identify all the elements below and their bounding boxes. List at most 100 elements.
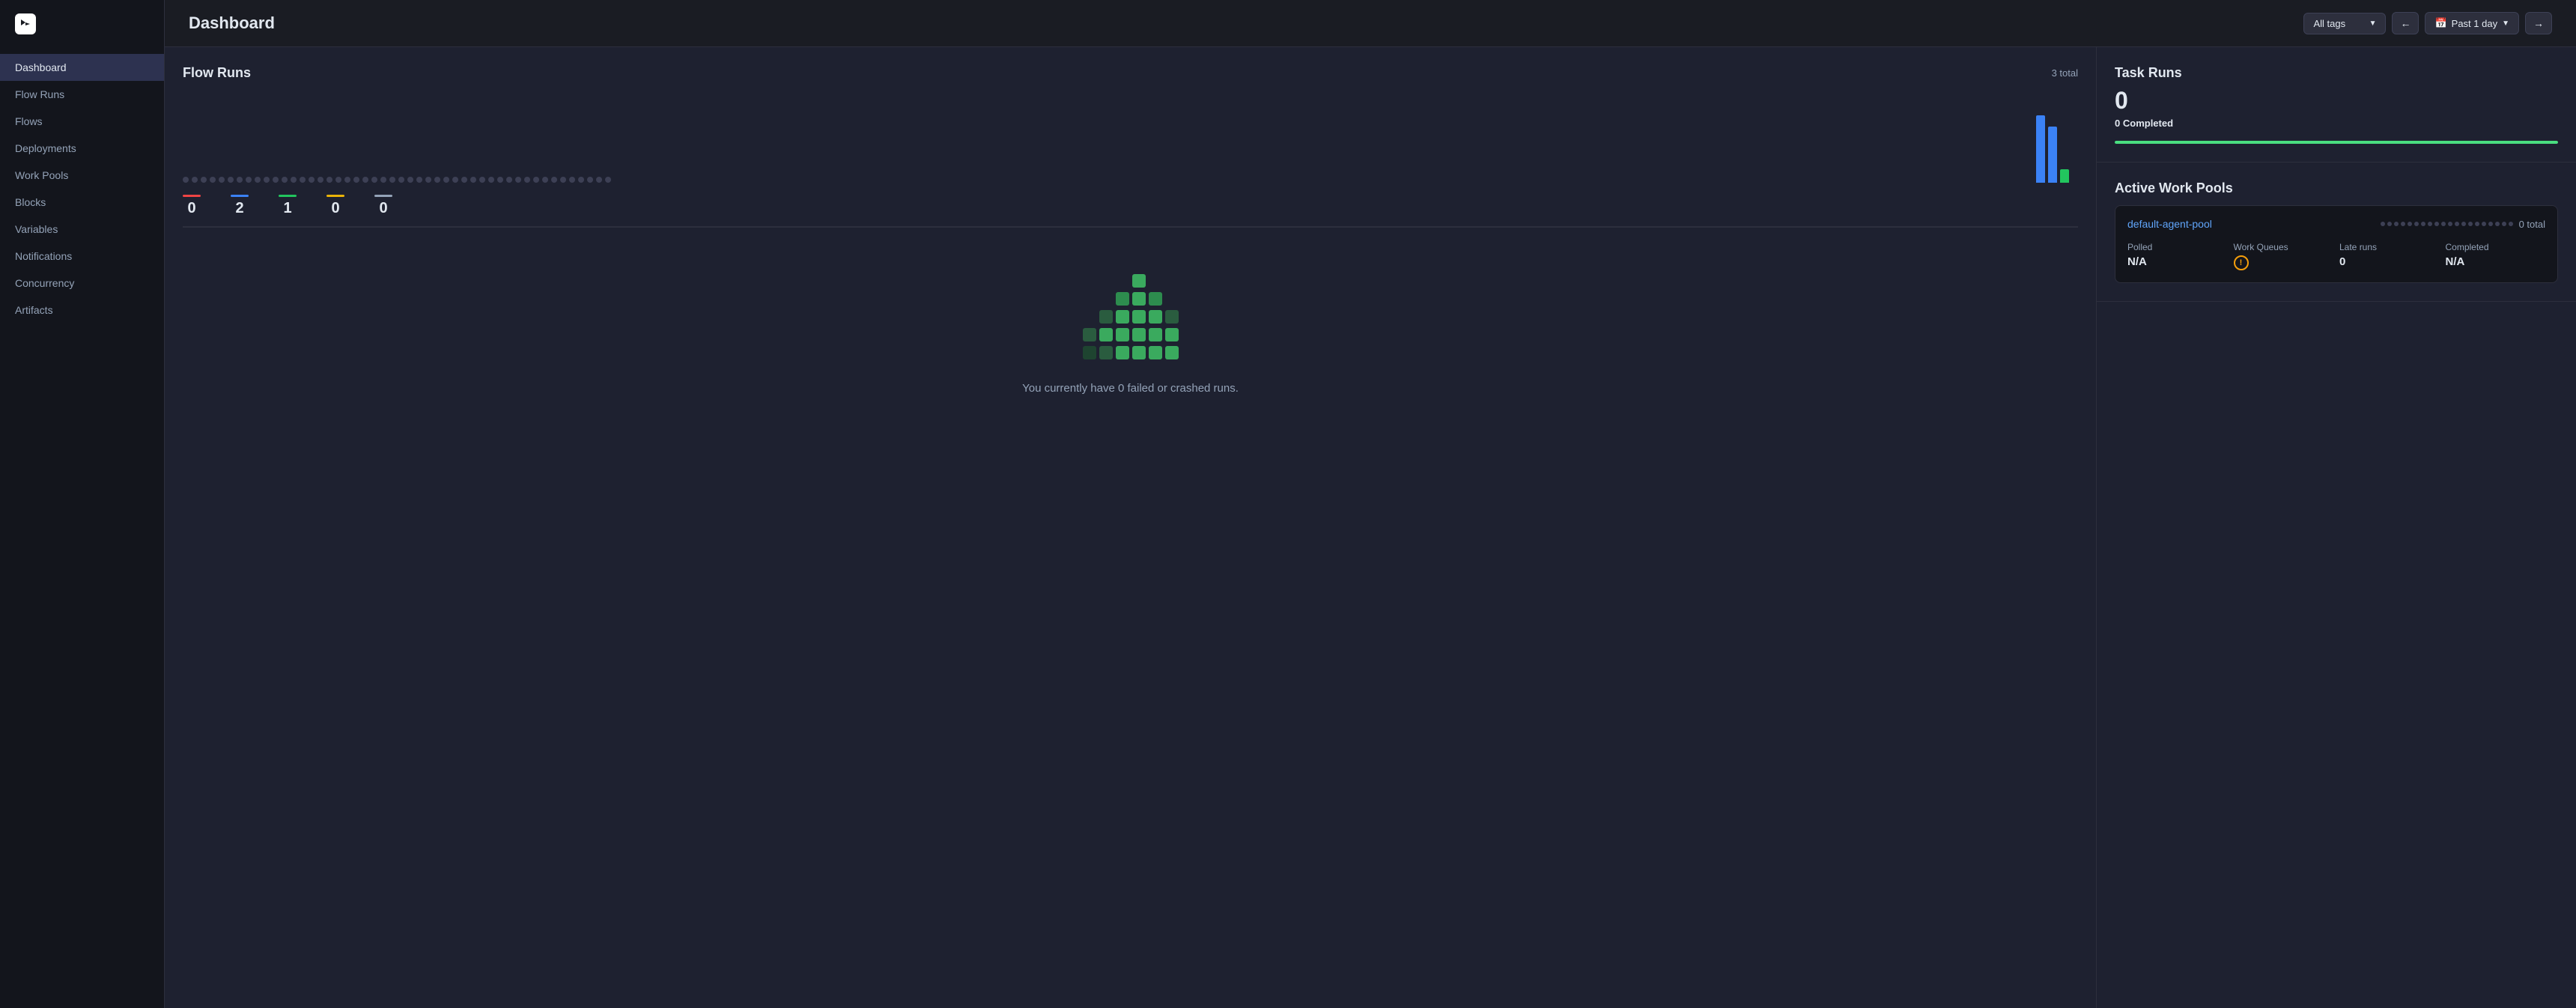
sidebar-item-blocks[interactable]: Blocks (0, 189, 164, 216)
completed-indicator (279, 195, 297, 197)
pool-dot (2381, 222, 2385, 226)
stat-completed: 1 (279, 195, 297, 217)
chart-dot (470, 177, 476, 183)
calendar-icon: 📅 (2434, 17, 2446, 29)
pool-dot (2421, 222, 2425, 226)
task-runs-section: Task Runs 0 0 Completed (2097, 47, 2576, 163)
pool-dot (2488, 222, 2493, 226)
chart-dot (237, 177, 243, 183)
running-indicator (231, 195, 249, 197)
pool-completed-label: Completed (2446, 242, 2546, 252)
chart-dot (587, 177, 593, 183)
chart-dot (246, 177, 252, 183)
pool-dot (2468, 222, 2473, 226)
sidebar-item-work-pools[interactable]: Work Pools (0, 162, 164, 189)
stat-running: 2 (231, 195, 249, 217)
chart-dot (488, 177, 494, 183)
queues-label: Work Queues (2234, 242, 2334, 252)
chart-dot (578, 177, 584, 183)
chart-dot (309, 177, 315, 183)
task-progress-fill (2115, 141, 2558, 144)
scheduled-indicator (326, 195, 344, 197)
chart-bars (2036, 93, 2069, 183)
chart-dot (398, 177, 404, 183)
left-panel: Flow Runs 3 total (165, 47, 2097, 1008)
chart-dot (407, 177, 413, 183)
chart-dot (264, 177, 270, 183)
time-label: Past 1 day (2452, 18, 2497, 29)
pool-dot (2448, 222, 2452, 226)
task-runs-title: Task Runs (2115, 65, 2182, 80)
work-pool-name[interactable]: default-agent-pool (2127, 218, 2212, 230)
sidebar-item-dashboard[interactable]: Dashboard (0, 54, 164, 81)
chart-dot (434, 177, 440, 183)
header-controls: All tags ▼ ← 📅 Past 1 day ▼ → (2303, 12, 2552, 34)
sidebar-item-artifacts[interactable]: Artifacts (0, 297, 164, 324)
content: Flow Runs 3 total (165, 47, 2576, 1008)
chart-bar-blue1 (2036, 115, 2045, 183)
pool-dot (2502, 222, 2506, 226)
chart-dot (506, 177, 512, 183)
chart-dot (533, 177, 539, 183)
chart-dot (380, 177, 386, 183)
tags-label: All tags (2313, 18, 2345, 29)
page-title: Dashboard (189, 13, 275, 33)
logo-icon (15, 13, 36, 34)
stat-other: 0 (374, 195, 392, 217)
chart-dot (362, 177, 368, 183)
pool-stat-completed: Completed N/A (2446, 242, 2546, 270)
sidebar-item-concurrency[interactable]: Concurrency (0, 270, 164, 297)
tags-select[interactable]: All tags ▼ (2303, 13, 2386, 34)
pool-stat-queues: Work Queues ! (2234, 242, 2334, 270)
chart-dot (219, 177, 225, 183)
sidebar-item-notifications[interactable]: Notifications (0, 243, 164, 270)
chart-dot (228, 177, 234, 183)
sidebar-item-variables[interactable]: Variables (0, 216, 164, 243)
chart-dot (201, 177, 207, 183)
prev-button[interactable]: ← (2392, 12, 2419, 34)
completed-value: 1 (283, 200, 291, 217)
pool-dot (2455, 222, 2459, 226)
logo (0, 0, 164, 48)
empty-state: You currently have 0 failed or crashed r… (183, 228, 2078, 440)
running-value: 2 (235, 200, 243, 217)
pool-completed-value: N/A (2446, 255, 2546, 268)
pool-dot (2428, 222, 2432, 226)
work-pool-progress-dots (2381, 222, 2513, 226)
chart-dot (371, 177, 377, 183)
chart-dot (282, 177, 288, 183)
crashed-indicator (183, 195, 201, 197)
work-pool-stats: Polled N/A Work Queues ! Late runs 0 C (2127, 242, 2545, 270)
chart-dot (515, 177, 521, 183)
pool-dot (2482, 222, 2486, 226)
flow-runs-title: Flow Runs (183, 65, 251, 81)
sidebar-item-flow-runs[interactable]: Flow Runs (0, 81, 164, 108)
chart-dot (443, 177, 449, 183)
main: Dashboard All tags ▼ ← 📅 Past 1 day ▼ → … (165, 0, 2576, 1008)
stats-row: 0 2 1 0 0 (183, 195, 2078, 228)
chart-dot (497, 177, 503, 183)
time-selector[interactable]: 📅 Past 1 day ▼ (2425, 12, 2519, 34)
pool-dot (2387, 222, 2392, 226)
chart-dot (273, 177, 279, 183)
chart-dots (183, 93, 2078, 183)
chart-dot (560, 177, 566, 183)
chart-bar-green (2060, 169, 2069, 183)
chart-dot (255, 177, 261, 183)
empty-message: You currently have 0 failed or crashed r… (1022, 382, 1239, 395)
sidebar-item-deployments[interactable]: Deployments (0, 135, 164, 162)
pool-dot (2509, 222, 2513, 226)
sidebar-nav: Dashboard Flow Runs Flows Deployments Wo… (0, 48, 164, 330)
other-indicator (374, 195, 392, 197)
next-button[interactable]: → (2525, 12, 2552, 34)
sidebar-item-flows[interactable]: Flows (0, 108, 164, 135)
pool-dot (2495, 222, 2500, 226)
task-completed-label: 0 Completed (2115, 118, 2558, 129)
scheduled-value: 0 (331, 200, 339, 217)
chart-dot (416, 177, 422, 183)
sidebar: Dashboard Flow Runs Flows Deployments Wo… (0, 0, 165, 1008)
chart-dot (461, 177, 467, 183)
chart-dot (551, 177, 557, 183)
chart-dot (605, 177, 611, 183)
chart-dot (210, 177, 216, 183)
